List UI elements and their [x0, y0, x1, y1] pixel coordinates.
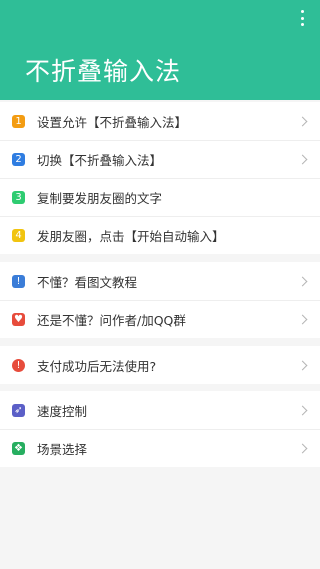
menu-item-allow-ime[interactable]: 1 设置允许【不折叠输入法】 [0, 102, 320, 140]
overflow-menu-icon[interactable] [292, 7, 312, 29]
menu-item-speed-control[interactable]: ➶ 速度控制 [0, 391, 320, 429]
chevron-right-icon [297, 276, 308, 286]
menu-item-copy-text: 3 复制要发朋友圈的文字 [0, 178, 320, 216]
menu-item-post-moments: 4 发朋友圈，点击【开始自动输入】 [0, 216, 320, 254]
help-group: ! 不懂？看图文教程 ♥ 还是不懂？问作者/加QQ群 [0, 262, 320, 338]
menu-item-label: 切换【不折叠输入法】 [37, 152, 163, 168]
menu-item-switch-ime[interactable]: 2 切换【不折叠输入法】 [0, 140, 320, 178]
step-2-icon: 2 [12, 152, 25, 166]
chevron-right-icon [297, 314, 308, 324]
step-3-icon: 3 [12, 190, 25, 204]
step-4-icon: 4 [12, 228, 25, 242]
menu-item-label: 不懂？看图文教程 [37, 274, 138, 290]
menu-item-tutorial[interactable]: ! 不懂？看图文教程 [0, 262, 320, 300]
menu-item-scene-select[interactable]: ❖ 场景选择 [0, 429, 320, 467]
setup-steps-group: 1 设置允许【不折叠输入法】 2 切换【不折叠输入法】 3 复制要发朋友圈的文字… [0, 102, 320, 254]
chevron-right-icon [297, 443, 308, 453]
settings-group: ➶ 速度控制 ❖ 场景选择 [0, 391, 320, 467]
payment-group: ! 支付成功后无法使用? [0, 346, 320, 384]
chevron-right-icon [297, 405, 308, 415]
menu-item-contact-author[interactable]: ♥ 还是不懂？问作者/加QQ群 [0, 300, 320, 338]
scene-icon: ❖ [12, 441, 25, 455]
rocket-icon: ➶ [12, 403, 25, 417]
warning-icon: ! [12, 358, 25, 372]
menu-item-payment-issue[interactable]: ! 支付成功后无法使用? [0, 346, 320, 384]
app-title: 不折叠输入法 [25, 57, 182, 86]
menu-item-label: 设置允许【不折叠输入法】 [37, 114, 188, 130]
chevron-right-icon [297, 154, 308, 164]
app-header: 不折叠输入法 [0, 0, 320, 100]
menu-item-label: 发朋友圈，点击【开始自动输入】 [37, 228, 225, 244]
menu-item-label: 速度控制 [37, 403, 88, 419]
menu-item-label: 复制要发朋友圈的文字 [37, 190, 163, 206]
menu-item-label: 场景选择 [37, 441, 88, 457]
info-icon: ! [12, 274, 25, 288]
menu-item-label: 还是不懂？问作者/加QQ群 [37, 312, 186, 328]
heart-icon: ♥ [12, 312, 25, 326]
menu-item-label: 支付成功后无法使用? [37, 358, 157, 374]
step-1-icon: 1 [12, 114, 25, 128]
chevron-right-icon [297, 116, 308, 126]
chevron-right-icon [297, 360, 308, 370]
